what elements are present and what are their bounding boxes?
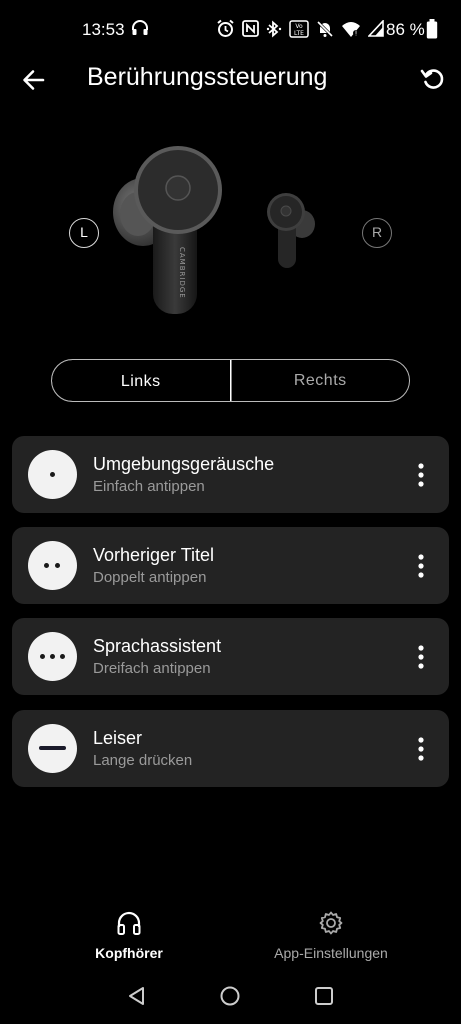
mute-icon <box>316 20 334 38</box>
signal-icon <box>368 20 384 37</box>
gesture-item-long-press[interactable]: Leiser Lange drücken <box>12 710 449 787</box>
more-vert-icon <box>418 463 424 487</box>
brand-text: CAMBRIDGE <box>178 247 186 299</box>
more-options-button[interactable] <box>411 553 431 579</box>
app-bar: Berührungssteuerung <box>0 58 461 100</box>
gesture-item-triple-tap[interactable]: Sprachassistent Dreifach antippen <box>12 618 449 695</box>
double-tap-icon <box>28 541 77 590</box>
ear-selector: Links Rechts <box>51 359 410 402</box>
back-button[interactable] <box>20 66 48 94</box>
triangle-back-icon <box>129 987 144 1005</box>
battery-icon <box>426 19 438 44</box>
nav-item-kopfhoerer[interactable]: Kopfhörer <box>79 910 179 961</box>
more-options-button[interactable] <box>411 736 431 762</box>
circle-home-icon <box>220 986 240 1006</box>
more-options-button[interactable] <box>411 462 431 488</box>
gesture-item-single-tap[interactable]: Umgebungsgeräusche Einfach antippen <box>12 436 449 513</box>
bluetooth-icon <box>266 20 282 38</box>
square-recents-icon <box>315 987 333 1005</box>
right-earbud-badge[interactable]: R <box>362 218 392 248</box>
gesture-title: Leiser <box>93 728 143 748</box>
system-navigation <box>0 975 461 1020</box>
gesture-subtitle: Einfach antippen <box>93 478 205 495</box>
single-tap-icon <box>28 450 77 499</box>
volte-icon: Vo LTE <box>289 19 309 38</box>
headphones-icon <box>116 911 142 940</box>
wifi-icon: ! <box>341 20 361 38</box>
tab-links[interactable]: Links <box>52 360 231 401</box>
system-recents-button[interactable] <box>313 985 335 1012</box>
triple-tap-icon <box>28 632 77 681</box>
long-press-icon <box>28 724 77 773</box>
battery-percent: 86 % <box>386 20 425 39</box>
gear-icon <box>318 911 344 940</box>
more-options-button[interactable] <box>411 644 431 670</box>
nav-label: App-Einstellungen <box>274 945 388 961</box>
nfc-icon <box>242 20 259 37</box>
status-time: 13:53 <box>82 20 125 39</box>
tab-rechts[interactable]: Rechts <box>230 360 410 401</box>
more-vert-icon <box>418 645 424 669</box>
nav-item-app-einstellungen[interactable]: App-Einstellungen <box>256 910 406 961</box>
svg-text:Vo: Vo <box>295 23 303 30</box>
system-back-button[interactable] <box>126 985 148 1012</box>
more-vert-icon <box>418 554 424 578</box>
system-home-button[interactable] <box>219 985 241 1012</box>
status-bar: 13:53 Vo LTE ! 86 % <box>0 0 461 58</box>
gesture-subtitle: Lange drücken <box>93 752 193 769</box>
page-title: Berührungssteuerung <box>87 63 328 91</box>
arrow-left-icon <box>20 70 48 98</box>
reset-icon <box>418 69 448 98</box>
svg-text:!: ! <box>355 29 358 37</box>
reset-button[interactable] <box>418 64 448 94</box>
more-vert-icon <box>418 737 424 761</box>
gesture-item-double-tap[interactable]: Vorheriger Titel Doppelt antippen <box>12 527 449 604</box>
gesture-subtitle: Dreifach antippen <box>93 660 211 677</box>
right-earbud-image <box>264 192 320 277</box>
left-earbud-image: CAMBRIDGE <box>108 142 228 323</box>
bottom-navigation: Kopfhörer App-Einstellungen <box>0 900 461 970</box>
gesture-subtitle: Doppelt antippen <box>93 569 207 586</box>
gesture-title: Vorheriger Titel <box>93 545 215 565</box>
headset-icon <box>131 19 149 42</box>
gesture-title: Sprachassistent <box>93 636 222 656</box>
svg-text:LTE: LTE <box>294 30 304 37</box>
nav-label: Kopfhörer <box>95 945 163 961</box>
left-earbud-badge[interactable]: L <box>69 218 99 248</box>
gesture-title: Umgebungsgeräusche <box>93 454 275 474</box>
alarm-icon <box>216 19 235 38</box>
